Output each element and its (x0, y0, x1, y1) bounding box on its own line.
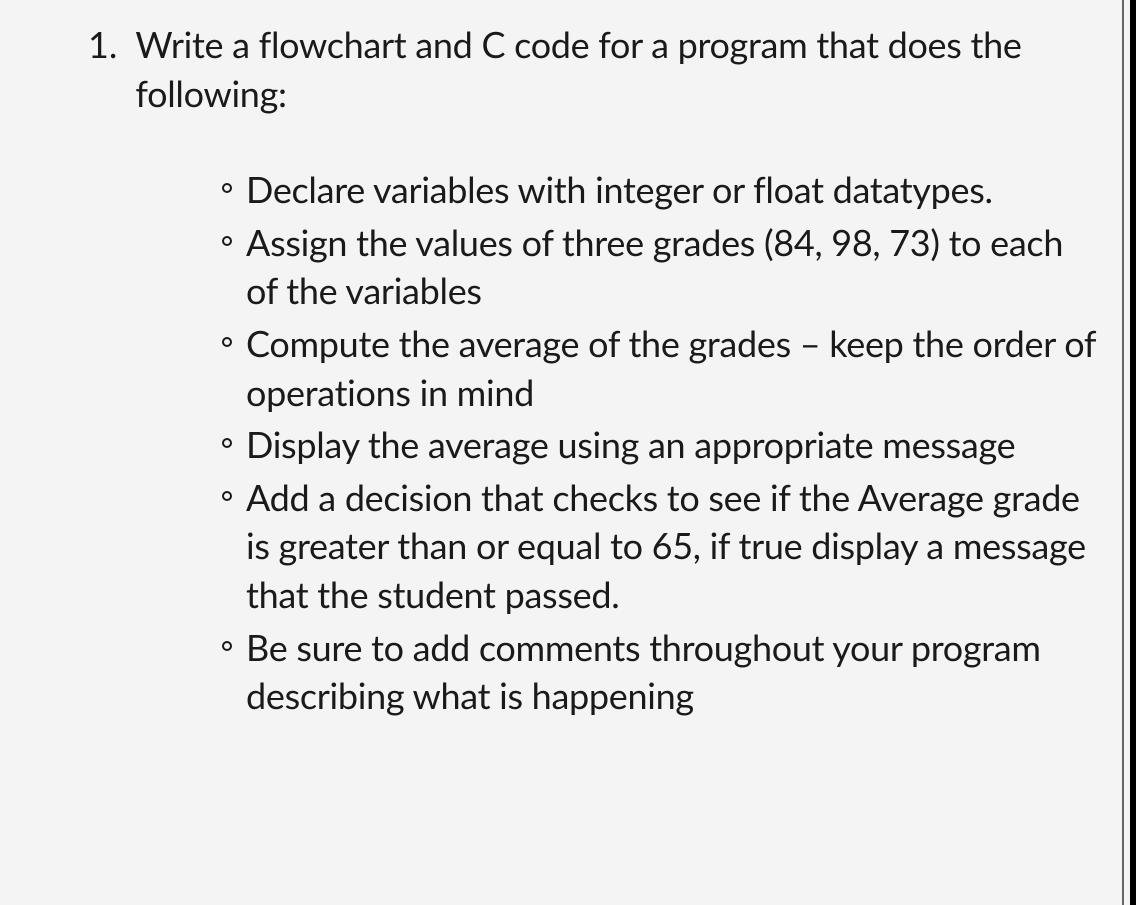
list-item: Display the average using an appropriate… (208, 420, 1096, 469)
list-intro-text: Write a flowchart and C code for a progr… (135, 20, 1096, 117)
list-item-text: Assign the values of three grades (84, 9… (246, 218, 1096, 315)
list-item: Add a decision that checks to see if the… (208, 473, 1096, 619)
circle-bullet-icon (208, 420, 246, 469)
circle-bullet-icon (208, 165, 246, 214)
sub-list: Declare variables with integer or float … (0, 165, 1136, 720)
list-item-text: Display the average using an appropriate… (246, 420, 1015, 469)
document-content: 1. Write a flowchart and C code for a pr… (0, 0, 1136, 720)
list-item: Assign the values of three grades (84, 9… (208, 218, 1096, 315)
circle-bullet-icon (208, 473, 246, 619)
list-item-text: Declare variables with integer or float … (246, 165, 993, 214)
list-marker: 1. (88, 20, 117, 117)
ordered-list-item: 1. Write a flowchart and C code for a pr… (0, 20, 1136, 117)
circle-bullet-icon (208, 623, 246, 720)
list-item: Declare variables with integer or float … (208, 165, 1096, 214)
page-edge-decoration (1130, 0, 1136, 905)
page-edge-decoration (1122, 0, 1124, 905)
list-item: Be sure to add comments throughout your … (208, 623, 1096, 720)
list-item-text: Be sure to add comments throughout your … (246, 623, 1096, 720)
list-item-text: Add a decision that checks to see if the… (246, 473, 1096, 619)
circle-bullet-icon (208, 218, 246, 315)
circle-bullet-icon (208, 319, 246, 416)
list-item: Compute the average of the grades – keep… (208, 319, 1096, 416)
list-item-text: Compute the average of the grades – keep… (246, 319, 1096, 416)
